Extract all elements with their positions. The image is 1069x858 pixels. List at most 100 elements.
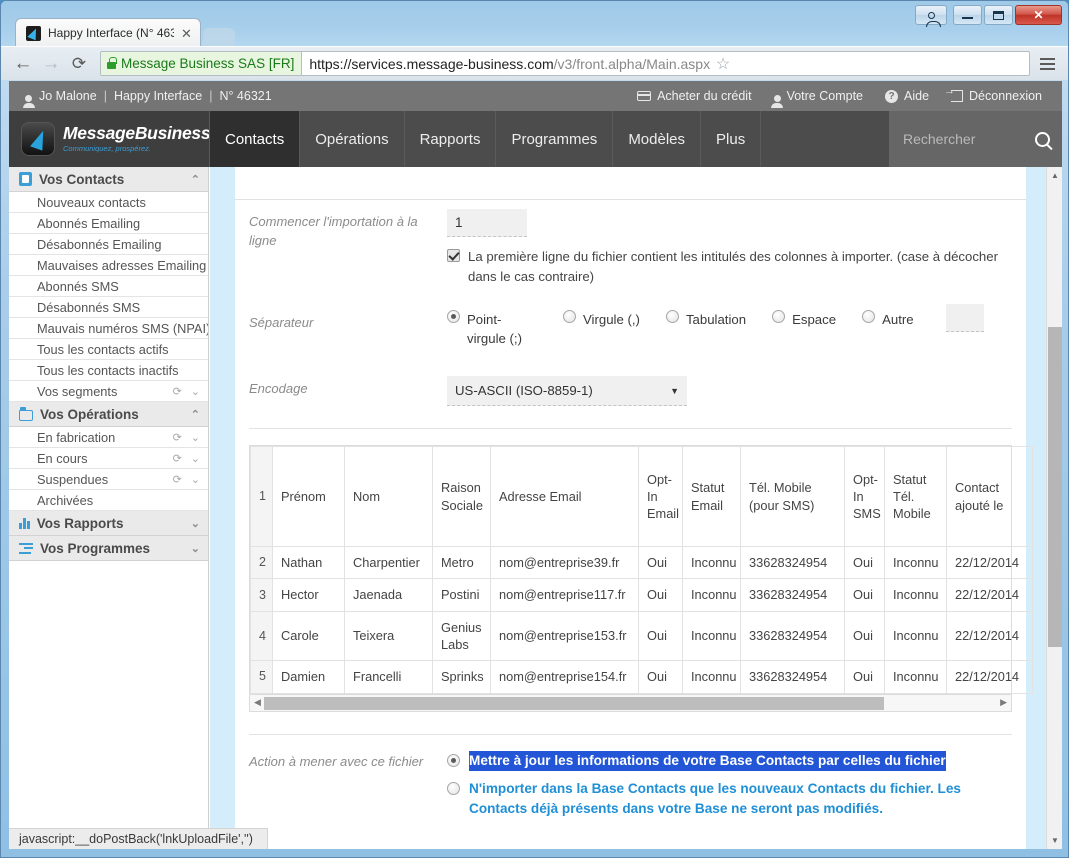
nav-tab-plus[interactable]: Plus [701, 111, 762, 167]
table-cell: 33628324954 [740, 660, 845, 694]
scroll-thumb[interactable] [1048, 327, 1062, 647]
scroll-right-arrow-icon[interactable]: ▶ [1000, 697, 1007, 708]
nav-tab-oprations[interactable]: Opérations [300, 111, 405, 167]
logo-tagline: Communiquez, prospérez. [63, 144, 151, 154]
sidebar-item[interactable]: Mauvais numéros SMS (NPAI) [9, 318, 208, 339]
refresh-icon[interactable]: ⟳ [173, 431, 182, 444]
sidebar-item[interactable]: Abonnés Emailing [9, 213, 208, 234]
separator-option[interactable]: Espace [772, 309, 836, 329]
chevron-icon[interactable]: ⌃ [191, 408, 200, 421]
chevron-icon[interactable]: ⌄ [191, 542, 200, 555]
reload-button[interactable]: ⟳ [65, 50, 93, 78]
table-cell: Inconnu [884, 546, 947, 580]
sidebar-item[interactable]: Mauvaises adresses Emailing [9, 255, 208, 276]
sidebar-group-vosoprations[interactable]: Vos Opérations ⌃ [9, 402, 208, 427]
table-horizontal-scrollbar[interactable]: ◀ ▶ [249, 694, 1012, 712]
search-input[interactable]: Rechercher [903, 131, 1029, 147]
nav-tab-contacts[interactable]: Contacts [209, 111, 301, 167]
separator-option[interactable]: Autre [862, 309, 914, 329]
logo-wordmark: MessageBusiness Communiquez, prospérez. [63, 124, 211, 154]
address-bar[interactable]: Message Business SAS [FR] https://servic… [100, 51, 1030, 76]
radio-button[interactable] [563, 309, 576, 323]
chevron-down-icon[interactable]: ⌄ [191, 385, 200, 398]
separator-option[interactable]: Virgule (,) [563, 309, 640, 329]
radio-button[interactable] [447, 309, 460, 323]
account-number: N° 46321 [219, 89, 272, 103]
sidebar-group-vosrapports[interactable]: Vos Rapports ⌄ [9, 511, 208, 536]
search-icon[interactable] [1035, 131, 1050, 147]
brand-logo[interactable]: MessageBusiness Communiquez, prospérez. [9, 111, 211, 167]
radio-button[interactable] [665, 309, 679, 323]
refresh-icon[interactable]: ⟳ [173, 452, 182, 465]
chevron-down-icon[interactable]: ⌄ [191, 431, 200, 444]
scroll-thumb[interactable] [264, 696, 884, 710]
sidebar-item[interactable]: Archivées [9, 490, 208, 511]
maximize-button[interactable] [984, 5, 1013, 25]
first-line-checkbox-row[interactable]: La première ligne du fichier contient le… [447, 247, 1007, 288]
person-icon [22, 95, 35, 108]
bars-icon [19, 517, 30, 529]
help-link[interactable]: ? Aide [885, 89, 929, 103]
nav-tab-programmes[interactable]: Programmes [496, 111, 614, 167]
sidebar-item[interactable]: Abonnés SMS [9, 276, 208, 297]
radio-button[interactable] [862, 309, 876, 323]
logout-link[interactable]: Déconnexion [944, 85, 1042, 103]
chevron-icon[interactable]: ⌄ [191, 517, 200, 530]
scroll-up-arrow-icon[interactable]: ▲ [1047, 167, 1062, 184]
minimize-button[interactable] [953, 5, 982, 25]
encoding-select[interactable]: US-ASCII (ISO-8859-1) ▼ [447, 376, 687, 407]
refresh-icon[interactable]: ⟳ [173, 385, 182, 398]
table-cell: nom@entreprise39.fr [490, 546, 639, 580]
first-line-checkbox[interactable] [447, 249, 460, 262]
chevron-down-icon[interactable]: ⌄ [191, 452, 200, 465]
sidebar-item[interactable]: Suspendues ⟳ ⌄ [9, 469, 208, 490]
chevron-icon[interactable]: ⌃ [191, 173, 200, 186]
tab-close-icon[interactable]: ✕ [181, 27, 192, 40]
url-domain: https://services.message-business.com [309, 55, 554, 72]
radio-button[interactable] [772, 309, 786, 323]
chrome-menu-icon[interactable] [1034, 57, 1060, 70]
sidebar-item[interactable]: Désabonnés Emailing [9, 234, 208, 255]
nav-tab-rapports[interactable]: Rapports [405, 111, 497, 167]
close-window-button[interactable]: ✕ [1015, 5, 1062, 25]
separator-option[interactable]: Tabulation [665, 309, 747, 329]
sidebar-item[interactable]: Désabonnés SMS [9, 297, 208, 318]
sidebar-item[interactable]: Vos segments ⟳ ⌄ [9, 381, 208, 402]
back-button[interactable]: ← [9, 50, 37, 78]
separator-option-label: Tabulation [685, 311, 747, 327]
account-bar: Jo Malone | Happy Interface | N° 46321 A… [9, 81, 1062, 111]
radio-button[interactable] [447, 781, 460, 795]
forward-button[interactable]: → [37, 50, 65, 78]
sidebar-group-vosprogrammes[interactable]: Vos Programmes ⌄ [9, 536, 208, 561]
sidebar-item[interactable]: En fabrication ⟳ ⌄ [9, 427, 208, 448]
nav-tab-modles[interactable]: Modèles [613, 111, 702, 167]
buy-credit-link[interactable]: Acheter du crédit [637, 89, 752, 103]
search-box[interactable]: Rechercher [889, 111, 1062, 167]
page-vertical-scrollbar[interactable]: ▲ ▼ [1046, 167, 1062, 849]
sidebar-item[interactable]: Tous les contacts inactifs [9, 360, 208, 381]
start-line-input[interactable]: 1 [447, 209, 527, 237]
separator-other-input[interactable] [945, 303, 984, 332]
action-option[interactable]: Mettre à jour les informations de votre … [447, 750, 1012, 771]
bookmark-star-icon[interactable]: ☆ [710, 54, 736, 74]
new-tab-button[interactable] [202, 28, 236, 47]
sidebar-group-voscontacts[interactable]: Vos Contacts ⌃ [9, 167, 208, 192]
help-label: Aide [904, 89, 930, 103]
separator: | [103, 89, 107, 103]
chrome-user-button[interactable] [915, 5, 947, 27]
browser-tab[interactable]: Happy Interface (N° 46321 ✕ [15, 18, 201, 47]
chevron-down-icon[interactable]: ⌄ [191, 473, 200, 486]
content-scroll-inner: Commencer l'importation à la ligne 1 La … [210, 167, 1033, 849]
refresh-icon[interactable]: ⟳ [173, 473, 182, 486]
ssl-certificate-chip[interactable]: Message Business SAS [FR] [101, 52, 303, 75]
your-account-link[interactable]: Votre Compte [771, 89, 863, 108]
sidebar-item[interactable]: En cours ⟳ ⌄ [9, 448, 208, 469]
separator-option[interactable]: Point-virgule (;) [447, 309, 537, 348]
action-option[interactable]: N'importer dans la Base Contacts que les… [447, 779, 1012, 820]
radio-button[interactable] [447, 753, 460, 767]
table-cell: 22/12/2014 [946, 578, 1033, 612]
scroll-left-arrow-icon[interactable]: ◀ [254, 697, 261, 708]
scroll-down-arrow-icon[interactable]: ▼ [1047, 832, 1062, 849]
sidebar-item[interactable]: Nouveaux contacts [9, 192, 208, 213]
sidebar-item[interactable]: Tous les contacts actifs [9, 339, 208, 360]
